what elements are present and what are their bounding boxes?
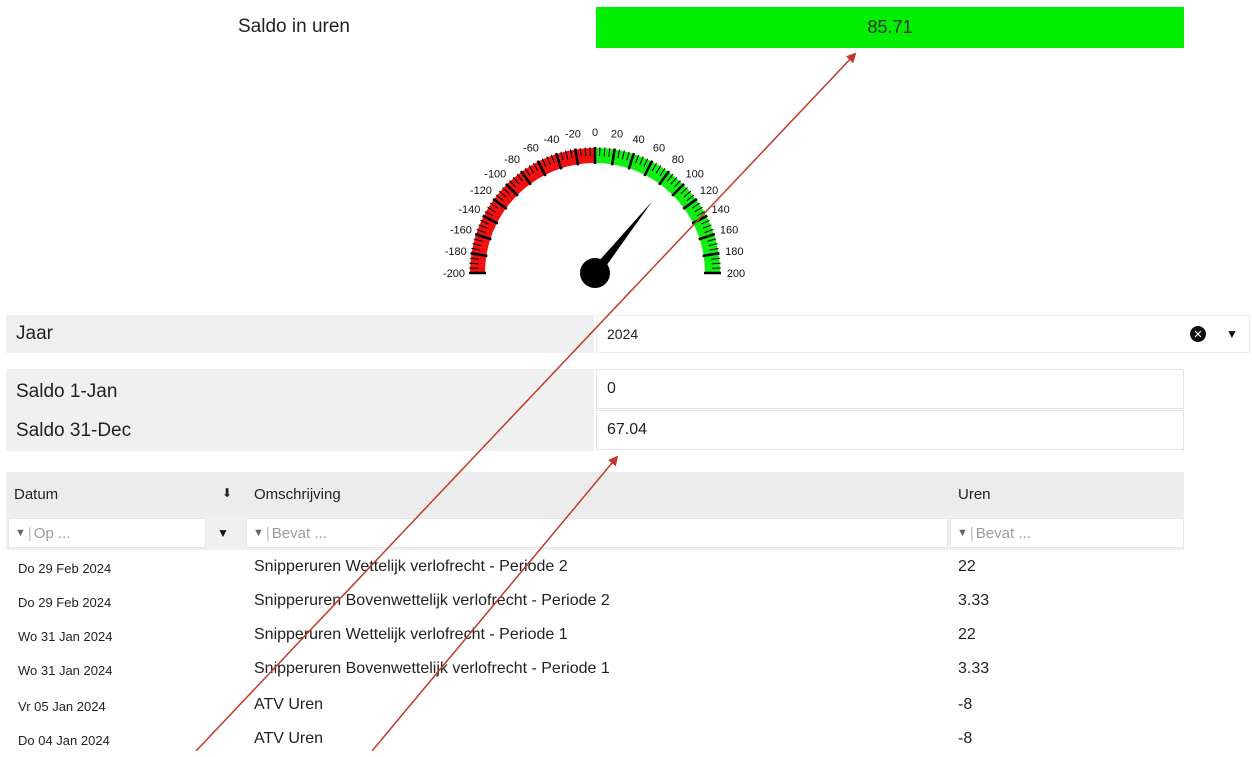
gauge-tick-label: 180 bbox=[725, 246, 743, 258]
cell-uren: 22 bbox=[958, 558, 976, 576]
gauge-tick-label: -40 bbox=[543, 134, 559, 146]
cell-omschrijving: Snipperuren Wettelijk verlofrecht - Peri… bbox=[254, 558, 568, 576]
chevron-down-icon[interactable]: ▼ bbox=[1226, 327, 1238, 341]
gauge-tick-label: -20 bbox=[565, 129, 581, 141]
cell-uren: -8 bbox=[958, 730, 972, 748]
cell-uren: 22 bbox=[958, 626, 976, 644]
gauge-tick-label: -160 bbox=[450, 224, 472, 236]
gauge-tick-label: 160 bbox=[720, 224, 738, 236]
cell-datum: Wo 31 Jan 2024 bbox=[18, 629, 112, 644]
saldo-start-label: Saldo 1-Jan bbox=[16, 381, 117, 403]
column-header-uren[interactable]: Uren bbox=[958, 486, 991, 503]
cell-omschrijving: ATV Uren bbox=[254, 696, 323, 714]
gauge-tick-label: 80 bbox=[672, 154, 684, 166]
filter-icon: ▼ bbox=[957, 527, 968, 539]
gauge-negative-band bbox=[470, 148, 595, 273]
uren-filter-input[interactable]: ▼| Bevat ... bbox=[950, 518, 1184, 548]
uren-filter-placeholder: Bevat ... bbox=[976, 525, 1031, 542]
saldo-label: Saldo in uren bbox=[238, 16, 350, 38]
omschrijving-filter-input[interactable]: ▼| Bevat ... bbox=[246, 518, 948, 548]
cell-omschrijving: ATV Uren bbox=[254, 730, 323, 748]
table-row[interactable]: Wo 31 Jan 2024 Snipperuren Wettelijk ver… bbox=[6, 619, 1184, 653]
datum-filter-dropdown-icon[interactable]: ▼ bbox=[206, 518, 240, 548]
table-row[interactable]: Wo 31 Jan 2024 Snipperuren Bovenwettelij… bbox=[6, 653, 1184, 687]
saldo-value-bar: 85.71 bbox=[596, 7, 1184, 48]
cell-uren: 3.33 bbox=[958, 592, 989, 610]
saldo-gauge: -200-180-160-140-120-100-80-60-40-200204… bbox=[440, 118, 760, 303]
saldo-end-value: 67.04 bbox=[607, 421, 647, 439]
gauge-minor-tick bbox=[712, 263, 721, 264]
cell-uren: -8 bbox=[958, 696, 972, 714]
gauge-tick-label: 100 bbox=[686, 168, 704, 180]
table-row[interactable]: Vr 05 Jan 2024 ATV Uren -8 bbox=[6, 689, 1184, 723]
cell-datum: Wo 31 Jan 2024 bbox=[18, 663, 112, 678]
jaar-label: Jaar bbox=[6, 315, 594, 353]
cell-datum: Do 29 Feb 2024 bbox=[18, 595, 111, 610]
gauge-needle-hub bbox=[580, 258, 610, 288]
filter-icon: ▼ bbox=[15, 527, 26, 539]
sort-desc-icon[interactable]: ⬇ bbox=[222, 486, 232, 500]
table-header bbox=[6, 472, 1184, 516]
saldo-end-field[interactable]: 67.04 bbox=[596, 410, 1184, 450]
gauge-tick-label: -80 bbox=[504, 154, 520, 166]
cell-uren: 3.33 bbox=[958, 660, 989, 678]
cell-datum: Do 04 Jan 2024 bbox=[18, 733, 110, 748]
column-header-datum[interactable]: Datum bbox=[14, 486, 58, 503]
filter-icon: ▼ bbox=[253, 527, 264, 539]
omschrijving-filter-placeholder: Bevat ... bbox=[272, 525, 327, 542]
gauge-tick-label: 60 bbox=[653, 142, 665, 154]
gauge-tick-label: 120 bbox=[700, 185, 718, 197]
gauge-tick-label: -200 bbox=[443, 268, 465, 280]
jaar-value: 2024 bbox=[607, 326, 638, 342]
gauge-tick-label: -140 bbox=[458, 204, 480, 216]
gauge-tick-label: -120 bbox=[470, 185, 492, 197]
cell-omschrijving: Snipperuren Bovenwettelijk verlofrecht -… bbox=[254, 592, 610, 610]
gauge-tick-label: -180 bbox=[445, 246, 467, 258]
clear-icon[interactable]: ✕ bbox=[1190, 326, 1206, 342]
cell-datum: Do 29 Feb 2024 bbox=[18, 561, 111, 576]
table-row[interactable]: Do 29 Feb 2024 Snipperuren Wettelijk ver… bbox=[6, 551, 1184, 585]
cell-omschrijving: Snipperuren Wettelijk verlofrecht - Peri… bbox=[254, 626, 568, 644]
datum-filter-input[interactable]: ▼| Op ... bbox=[8, 518, 206, 548]
table-row[interactable]: Do 29 Feb 2024 Snipperuren Bovenwettelij… bbox=[6, 585, 1184, 619]
gauge-minor-tick bbox=[469, 263, 478, 264]
gauge-tick-label: 20 bbox=[611, 129, 623, 141]
gauge-tick-label: 0 bbox=[592, 127, 598, 139]
jaar-select[interactable]: 2024 bbox=[596, 315, 1250, 353]
gauge-tick-label: 140 bbox=[711, 204, 729, 216]
cell-omschrijving: Snipperuren Bovenwettelijk verlofrecht -… bbox=[254, 660, 610, 678]
column-header-omschrijving[interactable]: Omschrijving bbox=[254, 486, 341, 503]
datum-filter-placeholder: Op ... bbox=[34, 525, 71, 542]
cell-datum: Vr 05 Jan 2024 bbox=[18, 699, 106, 714]
jaar-label-text: Jaar bbox=[16, 323, 53, 345]
saldo-start-value: 0 bbox=[607, 380, 616, 398]
gauge-tick-label: 40 bbox=[632, 134, 644, 146]
gauge-tick-label: 200 bbox=[727, 268, 745, 280]
table-row[interactable]: Do 04 Jan 2024 ATV Uren -8 bbox=[6, 723, 1184, 757]
gauge-tick-label: -60 bbox=[523, 142, 539, 154]
gauge-minor-tick bbox=[604, 147, 605, 156]
saldo-value: 85.71 bbox=[867, 17, 912, 38]
gauge-tick-label: -100 bbox=[484, 168, 506, 180]
saldo-start-field[interactable]: 0 bbox=[596, 369, 1184, 409]
saldo-end-label: Saldo 31-Dec bbox=[16, 420, 131, 442]
gauge-minor-tick bbox=[585, 147, 586, 156]
